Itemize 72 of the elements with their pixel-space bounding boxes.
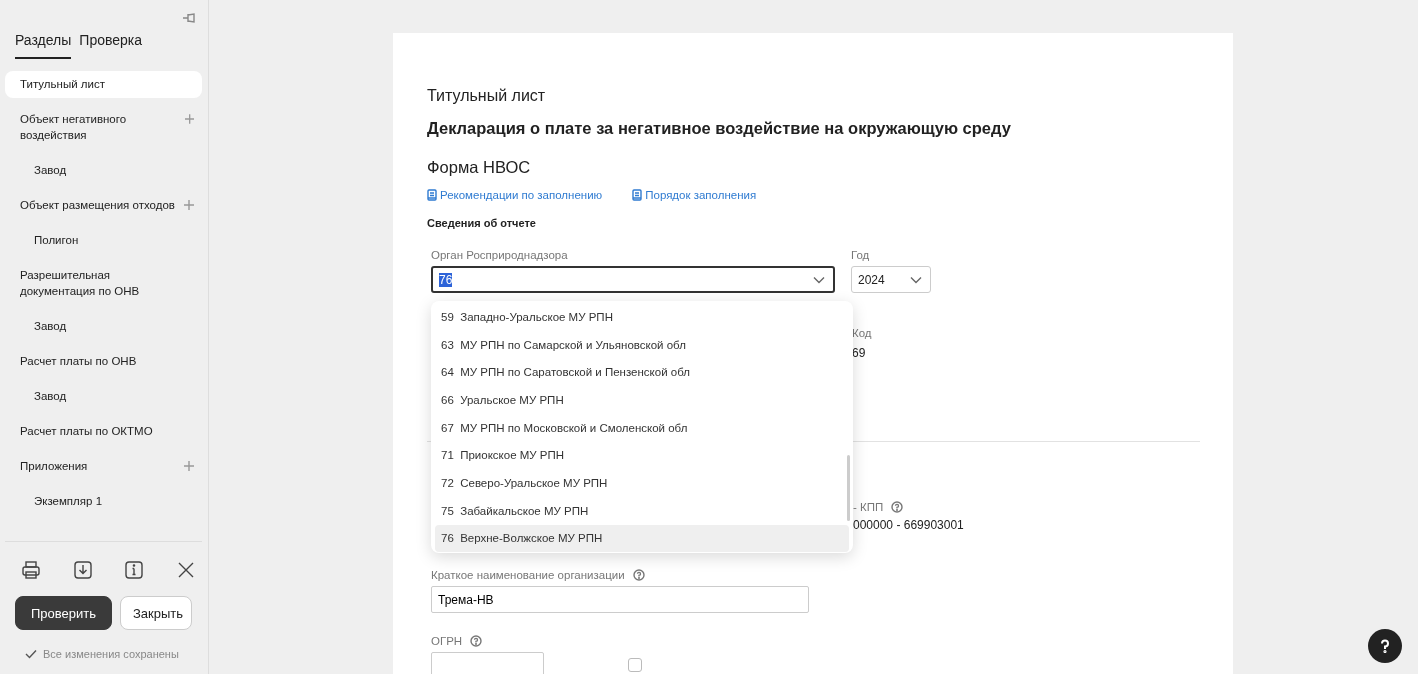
field-label: Орган Росприроднадзора — [431, 249, 569, 261]
sidebar-item-label: Приложения — [20, 459, 88, 474]
section-title: Титульный лист — [427, 87, 547, 105]
field-label: - КПП — [853, 501, 884, 513]
help-icon — [470, 635, 483, 647]
help-button[interactable] — [1368, 629, 1402, 663]
sidebar-tab[interactable]: Разделы — [15, 30, 72, 59]
field-label: ОГРН — [431, 635, 463, 647]
document-title: Декларация о плате за негативное воздействие на окружающую среду — [427, 119, 1012, 138]
sidebar-item[interactable]: Расчет платы по ОНВ — [5, 348, 202, 375]
sidebar-tab[interactable]: Проверка — [79, 30, 143, 59]
help-link[interactable]: Рекомендации по заполнению — [427, 189, 603, 201]
form-title: Форма НВОС — [427, 158, 532, 177]
field-value: 000000 - 669903001 — [853, 518, 965, 532]
download-icon[interactable] — [72, 560, 93, 580]
plus-icon[interactable] — [184, 200, 194, 210]
question-mark-icon — [1380, 639, 1390, 653]
save-status: Все изменения сохранены — [43, 648, 179, 660]
sidebar-item[interactable]: Объект негативного воздействия — [5, 106, 202, 149]
sidebar-item-label: Расчет платы по ОКТМО — [20, 424, 153, 439]
sidebar-item[interactable]: Расчет платы по ОКТМО — [5, 418, 202, 445]
document-icon — [427, 189, 437, 201]
close-button[interactable]: Закрыть — [120, 596, 192, 630]
dropdown-option[interactable]: 63 МУ РПН по Самарской и Ульяновской обл — [435, 330, 849, 359]
sidebar-subitem[interactable]: Завод — [5, 313, 202, 340]
sidebar-item[interactable]: Разрешительная документация по ОНВ — [5, 262, 202, 305]
text-input[interactable] — [431, 652, 544, 674]
organ-select[interactable]: 76 — [431, 266, 835, 293]
dropdown-option[interactable]: 72 Северо-Уральское МУ РПН — [435, 469, 849, 497]
plus-icon[interactable] — [184, 114, 194, 124]
dropdown-option[interactable]: 66 Уральское МУ РПН — [435, 386, 849, 414]
section-heading: Сведения об отчете — [427, 217, 537, 229]
select-value: 2024 — [858, 272, 885, 287]
dropdown-option[interactable]: 75 Забайкальское МУ РПН — [435, 496, 849, 525]
sidebar-subitem[interactable]: Завод — [5, 383, 202, 410]
check-button[interactable]: Проверить — [15, 596, 112, 630]
chevron-down-icon — [813, 275, 825, 284]
checkmark-icon — [25, 649, 37, 659]
scrollbar-thumb[interactable] — [847, 455, 850, 521]
dropdown-option[interactable]: 71 Приокское МУ РПН — [435, 441, 849, 470]
year-select[interactable]: 2024 — [851, 266, 931, 293]
info-icon[interactable] — [124, 560, 145, 580]
text-input[interactable]: Трема-НВ — [431, 586, 809, 613]
plus-icon[interactable] — [184, 461, 194, 471]
field-label: Код — [852, 327, 873, 339]
sidebar-subitem[interactable]: Завод — [5, 157, 202, 184]
sidebar-item-label: Титульный лист — [20, 77, 105, 92]
printer-icon[interactable] — [21, 560, 41, 580]
field-value: 69 — [852, 346, 867, 360]
sidebar-subitem[interactable]: Полигон — [5, 227, 202, 254]
dropdown-option[interactable]: 59 Западно-Уральское МУ РПН — [435, 303, 849, 331]
sidebar-item-label: Объект негативного воздействия — [20, 112, 128, 143]
sidebar-subitem[interactable]: Экземпляр 1 — [5, 488, 202, 515]
chevron-down-icon — [910, 275, 922, 284]
checkbox[interactable] — [628, 658, 642, 672]
help-icon — [632, 569, 645, 581]
sidebar-item-label: Расчет платы по ОНВ — [20, 354, 137, 369]
sidebar-item-label: Объект размещения отходов — [20, 198, 175, 213]
pin-icon[interactable] — [182, 12, 196, 24]
document-icon — [632, 189, 643, 201]
dropdown-option[interactable]: 76 Верхне-Волжское МУ РПН — [435, 524, 849, 553]
field-label: Краткое наименование организации — [431, 569, 625, 581]
help-icon — [891, 501, 904, 513]
sidebar-item-label: Разрешительная документация по ОНВ — [20, 268, 141, 299]
sidebar-item[interactable]: Объект размещения отходов — [5, 192, 202, 219]
help-link[interactable]: Порядок заполнения — [632, 189, 757, 201]
select-value: 76 — [439, 272, 453, 287]
dropdown-option[interactable]: 64 МУ РПН по Саратовской и Пензенской обл — [435, 358, 849, 387]
dropdown-option[interactable]: 67 МУ РПН по Московской и Смоленской обл — [435, 413, 849, 442]
sidebar-item[interactable]: Приложения — [5, 453, 202, 480]
sidebar-item[interactable]: Титульный лист — [5, 71, 202, 98]
field-label: Год — [851, 249, 871, 261]
